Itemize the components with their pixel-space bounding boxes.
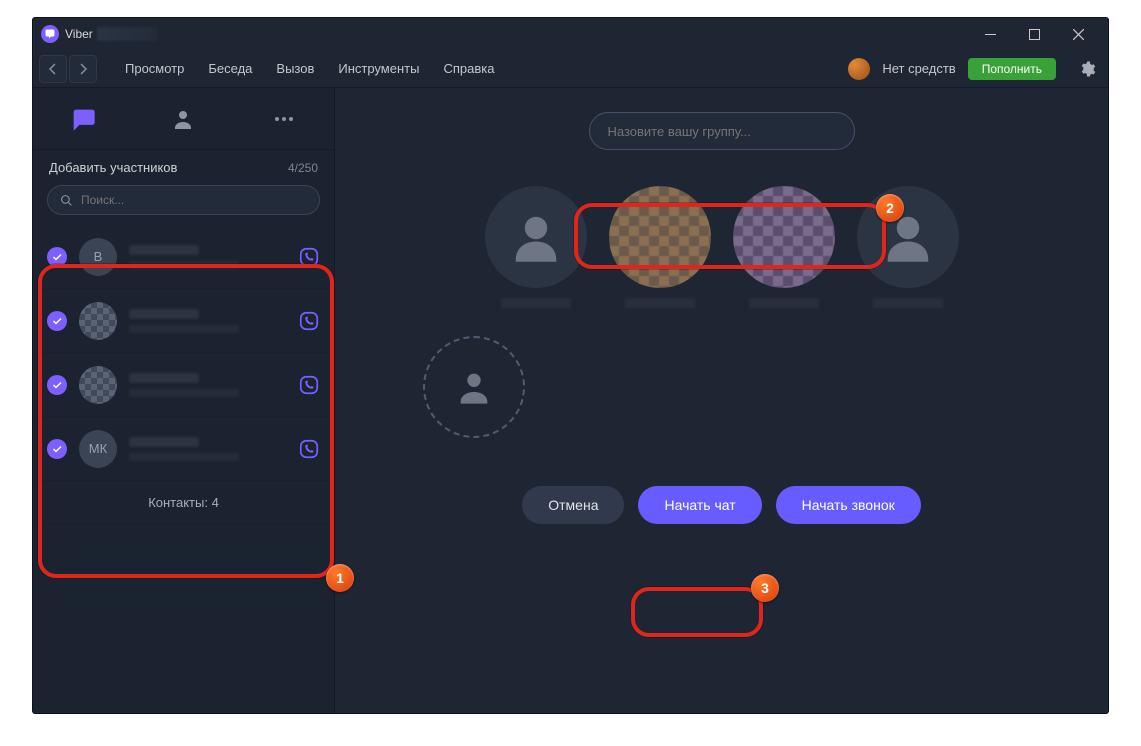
window-maximize-button[interactable] — [1012, 18, 1056, 50]
action-buttons: Отмена Начать чат Начать звонок — [522, 486, 920, 524]
contact-row[interactable]: В — [33, 225, 334, 289]
participant-tile[interactable] — [857, 186, 959, 308]
contact-avatar: В — [79, 238, 117, 276]
window-close-button[interactable] — [1056, 18, 1100, 50]
viber-icon — [298, 246, 320, 268]
contact-name-blur — [129, 245, 286, 269]
check-icon — [47, 247, 67, 267]
nav-forward-button[interactable] — [69, 55, 97, 83]
add-participant-button[interactable] — [423, 336, 525, 438]
contact-row[interactable] — [33, 289, 334, 353]
start-call-button[interactable]: Начать звонок — [776, 486, 921, 524]
sidebar-header: Добавить участников 4/250 — [33, 150, 334, 181]
participant-count: 4/250 — [288, 161, 318, 175]
menu-chat[interactable]: Беседа — [208, 61, 252, 76]
viber-app-icon — [41, 25, 59, 43]
tab-more-icon[interactable] — [265, 100, 303, 138]
contact-list: В — [33, 225, 334, 713]
check-icon — [47, 375, 67, 395]
viber-icon — [298, 310, 320, 332]
group-name-field[interactable] — [589, 112, 855, 150]
contacts-footer: Контакты: 4 — [33, 481, 334, 525]
contact-search[interactable] — [47, 185, 320, 215]
window-title: Viber — [65, 27, 93, 41]
participant-label-blur — [625, 298, 695, 308]
contact-name-blur — [129, 373, 286, 397]
account-avatar[interactable] — [848, 58, 870, 80]
viber-icon — [298, 438, 320, 460]
menu-tools[interactable]: Инструменты — [338, 61, 419, 76]
contact-avatar — [79, 366, 117, 404]
group-name-input[interactable] — [608, 124, 836, 139]
contact-avatar — [79, 302, 117, 340]
check-icon — [47, 311, 67, 331]
settings-gear-icon[interactable] — [1072, 54, 1102, 84]
contact-name-blur — [129, 437, 286, 461]
participant-tile[interactable] — [609, 186, 711, 308]
participant-label-blur — [873, 298, 943, 308]
window-minimize-button[interactable] — [968, 18, 1012, 50]
nav-back-button[interactable] — [39, 55, 67, 83]
contact-row[interactable] — [33, 353, 334, 417]
contact-name-blur — [129, 309, 286, 333]
annotation-badge-1: 1 — [326, 564, 354, 592]
participant-tile[interactable] — [485, 186, 587, 308]
balance-label: Нет средств — [882, 61, 955, 76]
search-input[interactable] — [81, 193, 307, 207]
cancel-button[interactable]: Отмена — [522, 486, 624, 524]
titlebar: Viber — [33, 18, 1108, 50]
search-icon — [60, 194, 73, 207]
start-chat-button[interactable]: Начать чат — [638, 486, 761, 524]
contact-avatar: МК — [79, 430, 117, 468]
menu-view[interactable]: Просмотр — [125, 61, 184, 76]
participant-tile[interactable] — [733, 186, 835, 308]
sidebar-title: Добавить участников — [49, 160, 177, 175]
annotation-badge-3: 3 — [751, 574, 779, 602]
annotation-badge-2: 2 — [876, 194, 904, 222]
menu-call[interactable]: Вызов — [276, 61, 314, 76]
tab-contacts-icon[interactable] — [164, 100, 202, 138]
sidebar: Добавить участников 4/250 В — [33, 88, 335, 713]
participant-label-blur — [749, 298, 819, 308]
tab-chats-icon[interactable] — [64, 100, 102, 138]
check-icon — [47, 439, 67, 459]
viber-icon — [298, 374, 320, 396]
person-icon — [454, 367, 494, 407]
menubar: Просмотр Беседа Вызов Инструменты Справк… — [33, 50, 1108, 88]
participant-label-blur — [501, 298, 571, 308]
contact-row[interactable]: МК — [33, 417, 334, 481]
person-icon — [509, 210, 563, 264]
window-subtitle-blur — [97, 27, 157, 41]
main-panel: Отмена Начать чат Начать звонок — [335, 88, 1108, 713]
viber-window: Viber Просмотр Беседа Вызов Инструменты … — [33, 18, 1108, 713]
menu-help[interactable]: Справка — [443, 61, 494, 76]
topup-button[interactable]: Пополнить — [968, 58, 1056, 80]
